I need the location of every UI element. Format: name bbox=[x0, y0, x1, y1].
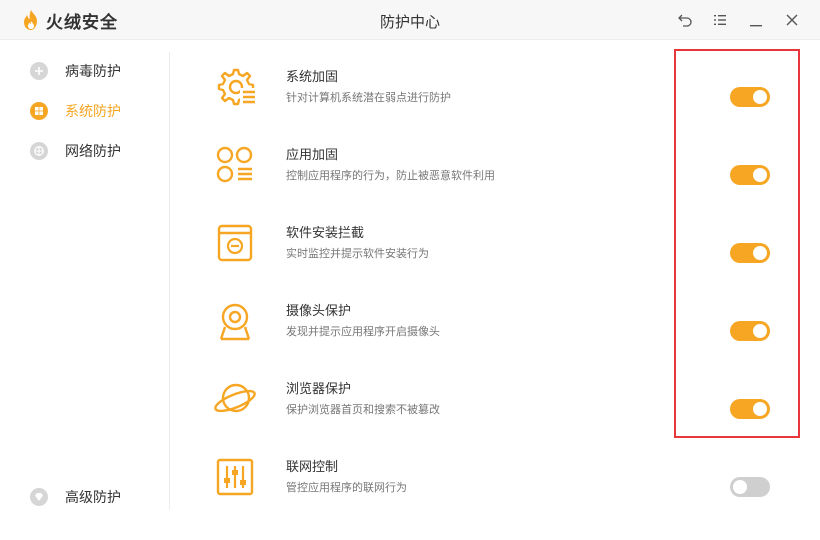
feature-row-install-interception: 软件安装拦截 实时监控并提示软件安装行为 bbox=[170, 214, 820, 292]
feature-description: 保护浏览器首页和搜索不被篡改 bbox=[286, 403, 440, 416]
sidebar-item-label: 系统防护 bbox=[65, 104, 121, 120]
feature-row-webcam-protection: 摄像头保护 发现并提示应用程序开启摄像头 bbox=[170, 292, 820, 370]
feature-title: 系统加固 bbox=[286, 70, 339, 85]
feature-toggle[interactable] bbox=[730, 477, 770, 497]
close-icon bbox=[786, 14, 798, 26]
feature-row-app-hardening: 应用加固 控制应用程序的行为，防止被恶意软件利用 bbox=[170, 136, 820, 214]
feature-description: 控制应用程序的行为，防止被恶意软件利用 bbox=[286, 169, 495, 182]
toggle-knob bbox=[733, 480, 747, 494]
feature-toggle[interactable] bbox=[730, 243, 770, 263]
minimize-button[interactable] bbox=[746, 10, 766, 30]
feature-description: 实时监控并提示软件安装行为 bbox=[286, 247, 429, 260]
sidebar-item-label: 高级防护 bbox=[65, 490, 121, 506]
feature-row-system-hardening: 系统加固 针对计算机系统潜在弱点进行防护 bbox=[170, 58, 820, 136]
back-icon bbox=[678, 14, 692, 27]
close-button[interactable] bbox=[782, 10, 802, 30]
minimize-icon bbox=[750, 25, 762, 27]
sidebar: 病毒防护 系统防护 网络防护 高级防护 bbox=[0, 40, 170, 540]
feature-description: 发现并提示应用程序开启摄像头 bbox=[286, 325, 440, 338]
feature-description: 针对计算机系统潜在弱点进行防护 bbox=[286, 91, 451, 104]
diamond-icon bbox=[30, 488, 48, 506]
sidebar-item-label: 病毒防护 bbox=[65, 64, 121, 80]
network-icon bbox=[30, 142, 48, 160]
sidebar-item-network-protection[interactable]: 网络防护 bbox=[30, 140, 121, 162]
sidebar-item-label: 网络防护 bbox=[65, 144, 121, 160]
feature-title: 浏览器保护 bbox=[286, 382, 352, 397]
webcam-icon bbox=[212, 298, 258, 344]
windows-icon bbox=[30, 102, 48, 120]
app-logo: 火绒安全 bbox=[22, 8, 118, 33]
feature-toggle[interactable] bbox=[730, 87, 770, 107]
feature-title: 应用加固 bbox=[286, 148, 339, 163]
feature-toggle[interactable] bbox=[730, 165, 770, 185]
sidebar-item-virus-protection[interactable]: 病毒防护 bbox=[30, 60, 121, 82]
flame-logo-icon bbox=[24, 10, 37, 30]
feature-title: 摄像头保护 bbox=[286, 304, 352, 319]
planet-icon bbox=[212, 376, 258, 422]
system-gear-icon bbox=[212, 64, 258, 110]
feature-description: 管控应用程序的联网行为 bbox=[286, 481, 407, 494]
app-name: 火绒安全 bbox=[46, 12, 118, 33]
feature-title: 联网控制 bbox=[286, 460, 339, 475]
app-grid-icon bbox=[212, 142, 258, 188]
menu-button[interactable] bbox=[710, 10, 730, 30]
toggle-knob bbox=[753, 90, 767, 104]
install-box-icon bbox=[212, 220, 258, 266]
title-bar: 火绒安全 防护中心 bbox=[0, 0, 820, 40]
toggle-knob bbox=[753, 324, 767, 338]
virus-shield-icon bbox=[30, 62, 48, 80]
sidebar-item-system-protection[interactable]: 系统防护 bbox=[30, 100, 121, 122]
feature-title: 软件安装拦截 bbox=[286, 226, 365, 241]
sidebar-item-advanced-protection[interactable]: 高级防护 bbox=[30, 486, 121, 508]
feature-row-browser-protection: 浏览器保护 保护浏览器首页和搜索不被篡改 bbox=[170, 370, 820, 448]
feature-row-network-control: 联网控制 管控应用程序的联网行为 bbox=[170, 448, 820, 526]
toggle-knob bbox=[753, 246, 767, 260]
feature-toggle[interactable] bbox=[730, 321, 770, 341]
feature-toggle[interactable] bbox=[730, 399, 770, 419]
toggle-knob bbox=[753, 168, 767, 182]
sliders-icon bbox=[212, 454, 258, 500]
menu-icon bbox=[714, 15, 726, 25]
window-title: 防护中心 bbox=[379, 13, 440, 31]
back-button[interactable] bbox=[675, 10, 695, 30]
toggle-knob bbox=[753, 402, 767, 416]
